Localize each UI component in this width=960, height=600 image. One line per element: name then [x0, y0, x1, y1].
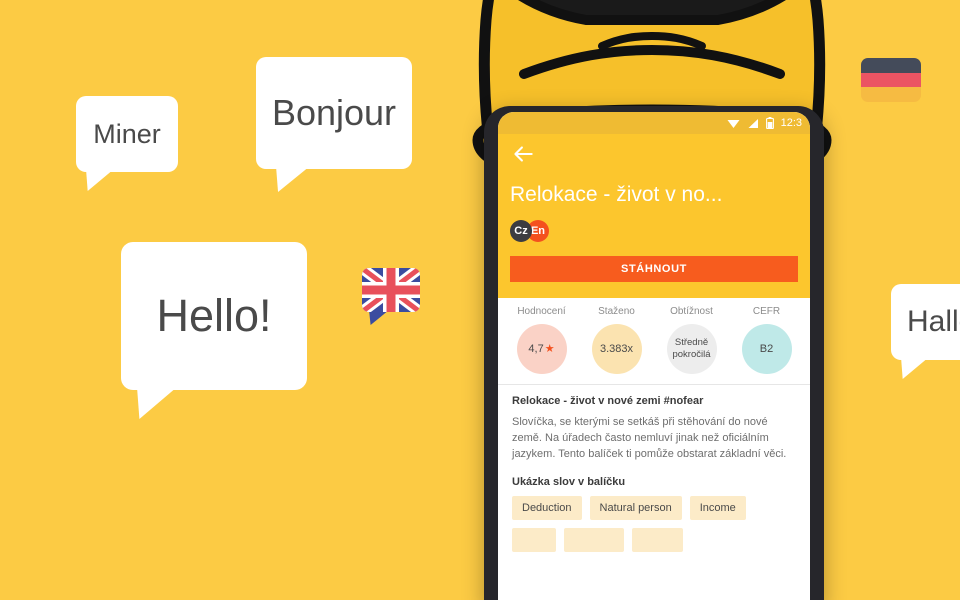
bubble-tail: [369, 310, 389, 325]
speech-bubble-hello: Hello!: [121, 242, 307, 419]
word-chip[interactable]: Deduction: [512, 496, 582, 520]
stat-difficulty: Obtížnost Středně pokročilá: [654, 306, 729, 374]
stat-rating-value: 4,7 ★: [516, 324, 567, 374]
status-bar-time: 12:3: [780, 117, 802, 129]
word-chip-partial[interactable]: [512, 528, 557, 552]
stat-downloads-label: Staženo: [598, 306, 635, 317]
word-chip-partial[interactable]: [632, 528, 683, 552]
word-chip[interactable]: Income: [689, 496, 746, 520]
stat-cefr-label: CEFR: [752, 306, 781, 317]
stat-cefr: CEFR B2: [729, 306, 804, 374]
germany-flag-icon: [861, 58, 921, 115]
speech-bubble-miner: Miner: [76, 96, 178, 191]
wifi-icon: [727, 119, 740, 128]
back-row: [510, 134, 798, 174]
bubble-tail: [868, 100, 888, 115]
speech-bubble-miner-text: Miner: [93, 118, 161, 149]
sample-words-list: Deduction Natural person Income: [512, 496, 796, 552]
stat-rating-label: Hodnocení: [517, 306, 566, 317]
union-jack-graphic: [362, 268, 420, 312]
status-bar: 12:3: [498, 112, 810, 134]
bubble-tail: [86, 169, 114, 191]
flag-body: [861, 58, 921, 102]
speech-bubble-hello-text: Hello!: [156, 290, 272, 341]
bubble-tail: [137, 387, 177, 419]
stat-rating-number: 4,7: [528, 343, 544, 355]
stat-difficulty-label: Obtížnost: [670, 306, 713, 317]
stat-rating: Hodnocení 4,7 ★: [504, 306, 579, 374]
speech-bubble-hallo-text: Hallo: [907, 305, 960, 338]
stat-cefr-value: B2: [741, 324, 792, 374]
stat-difficulty-value: Středně pokročilá: [666, 324, 717, 374]
sample-words-heading: Ukázka slov v balíčku: [512, 476, 626, 488]
package-description: Slovíčka, se kterými se setkáš při stěho…: [512, 416, 787, 460]
word-chip[interactable]: Natural person: [589, 496, 682, 520]
battery-icon: [765, 117, 774, 129]
phone-mockup: 12:3 Relokace - život v no... Cz En STÁH…: [484, 106, 824, 600]
page-title: Relokace - život v no...: [510, 183, 723, 206]
package-title: Relokace - život v nové zemi #nofear: [512, 395, 704, 407]
speech-bubble-hallo: Hallo: [891, 284, 960, 379]
back-arrow-icon[interactable]: [510, 141, 536, 167]
stat-downloads: Staženo 3.383x: [579, 306, 654, 374]
stat-downloads-value: 3.383x: [591, 324, 642, 374]
star-icon: ★: [544, 343, 555, 355]
language-badges: Cz En: [510, 220, 798, 242]
download-button[interactable]: STÁHNOUT: [510, 256, 798, 282]
package-details: Relokace - život v nové zemi #nofear Slo…: [498, 385, 810, 552]
union-jack-flag-icon: [362, 268, 420, 325]
scene-stage: Miner Bonjour Hello! Hallo: [0, 0, 960, 600]
signal-icon: [748, 118, 758, 128]
language-badge-cz[interactable]: Cz: [510, 220, 532, 242]
speech-bubble-bonjour: Bonjour: [256, 57, 412, 192]
bubble-tail: [276, 166, 310, 192]
bubble-tail: [901, 357, 929, 379]
speech-bubble-bonjour-text: Bonjour: [271, 92, 397, 133]
app-header: Relokace - život v no... Cz En STÁHNOUT: [498, 134, 810, 298]
stats-row: Hodnocení 4,7 ★ Staženo 3.383x Obtížnost…: [498, 298, 810, 385]
word-chip-partial[interactable]: [564, 528, 625, 552]
flag-body: [362, 268, 420, 312]
phone-screen: 12:3 Relokace - život v no... Cz En STÁH…: [498, 112, 810, 600]
